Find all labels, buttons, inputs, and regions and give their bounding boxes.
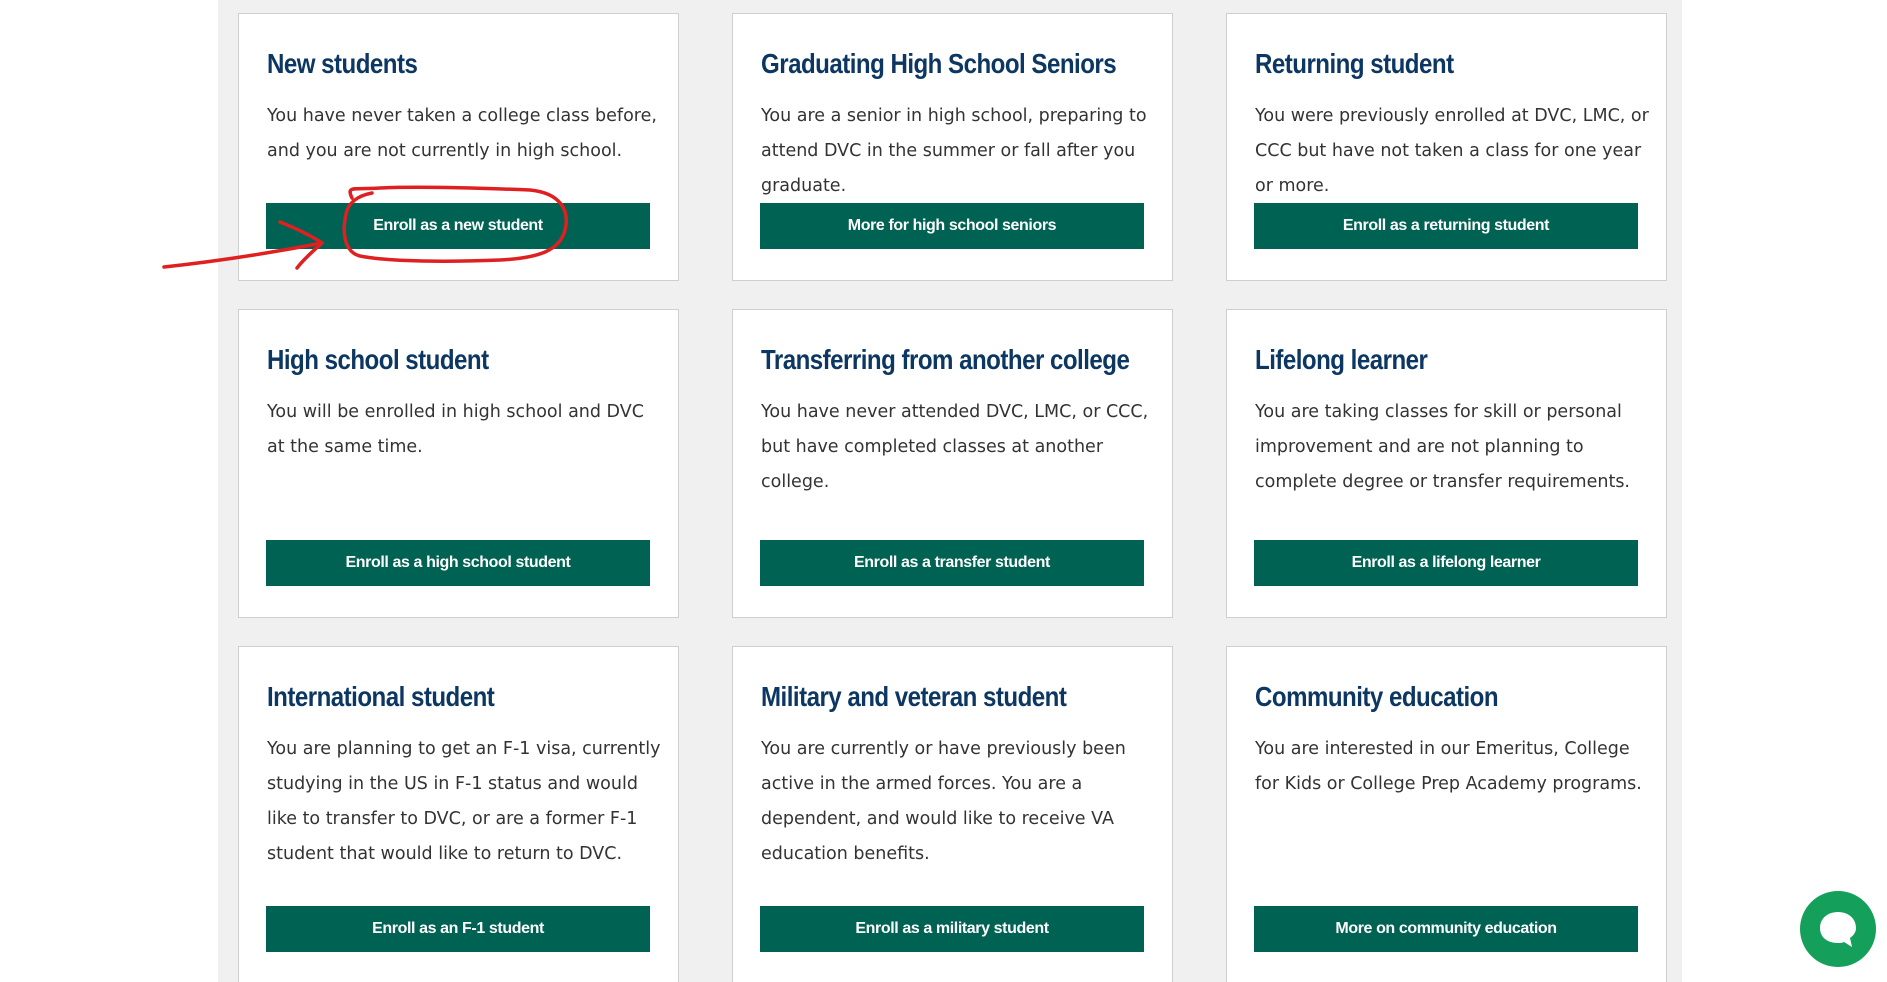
enroll-military-student-button[interactable]: Enroll as a military student (760, 906, 1144, 952)
community-education-button[interactable]: More on community education (1254, 906, 1638, 952)
card-new-students: New students You have never taken a coll… (238, 13, 679, 281)
page: New students You have never taken a coll… (0, 0, 1887, 982)
enroll-new-student-button[interactable]: Enroll as a new student (266, 203, 650, 249)
enroll-lifelong-learner-button[interactable]: Enroll as a lifelong learner (1254, 540, 1638, 586)
card-returning-student: Returning student You were previously en… (1226, 13, 1667, 281)
card-title: Military and veteran student (761, 681, 1067, 712)
card-description: You are currently or have previously bee… (761, 739, 1126, 864)
card-graduating-seniors: Graduating High School Seniors You are a… (732, 13, 1173, 281)
card-title: High school student (267, 344, 489, 375)
enroll-f1-student-button[interactable]: Enroll as an F-1 student (266, 906, 650, 952)
card-description: You were previously enrolled at DVC, LMC… (1255, 106, 1649, 196)
enroll-transfer-student-button[interactable]: Enroll as a transfer student (760, 540, 1144, 586)
card-lifelong-learner: Lifelong learner You are taking classes … (1226, 309, 1667, 618)
card-title: Returning student (1255, 48, 1454, 79)
card-description: You are taking classes for skill or pers… (1255, 402, 1630, 492)
card-title: Community education (1255, 681, 1499, 712)
card-military-veteran: Military and veteran student You are cur… (732, 646, 1173, 982)
chat-widget-button[interactable] (1800, 891, 1876, 967)
card-title: Transferring from another college (761, 344, 1130, 375)
card-title: Lifelong learner (1255, 344, 1428, 375)
card-title: Graduating High School Seniors (761, 48, 1117, 79)
card-description: You have never taken a college class bef… (267, 106, 657, 161)
enroll-high-school-student-button[interactable]: Enroll as a high school student (266, 540, 650, 586)
card-high-school-student: High school student You will be enrolled… (238, 309, 679, 618)
chat-bubble-icon (1820, 912, 1856, 947)
card-description: You will be enrolled in high school and … (267, 402, 644, 457)
card-transfer-student: Transferring from another college You ha… (732, 309, 1173, 618)
high-school-seniors-button[interactable]: More for high school seniors (760, 203, 1144, 249)
card-title: International student (267, 681, 495, 712)
card-description: You are a senior in high school, prepari… (761, 106, 1147, 196)
card-community-education: Community education You are interested i… (1226, 646, 1667, 982)
card-description: You are planning to get an F-1 visa, cur… (267, 739, 661, 864)
enroll-returning-student-button[interactable]: Enroll as a returning student (1254, 203, 1638, 249)
card-international-student: International student You are planning t… (238, 646, 679, 982)
card-description: You are interested in our Emeritus, Coll… (1255, 739, 1642, 794)
card-description: You have never attended DVC, LMC, or CCC… (761, 402, 1149, 492)
card-title: New students (267, 48, 418, 79)
